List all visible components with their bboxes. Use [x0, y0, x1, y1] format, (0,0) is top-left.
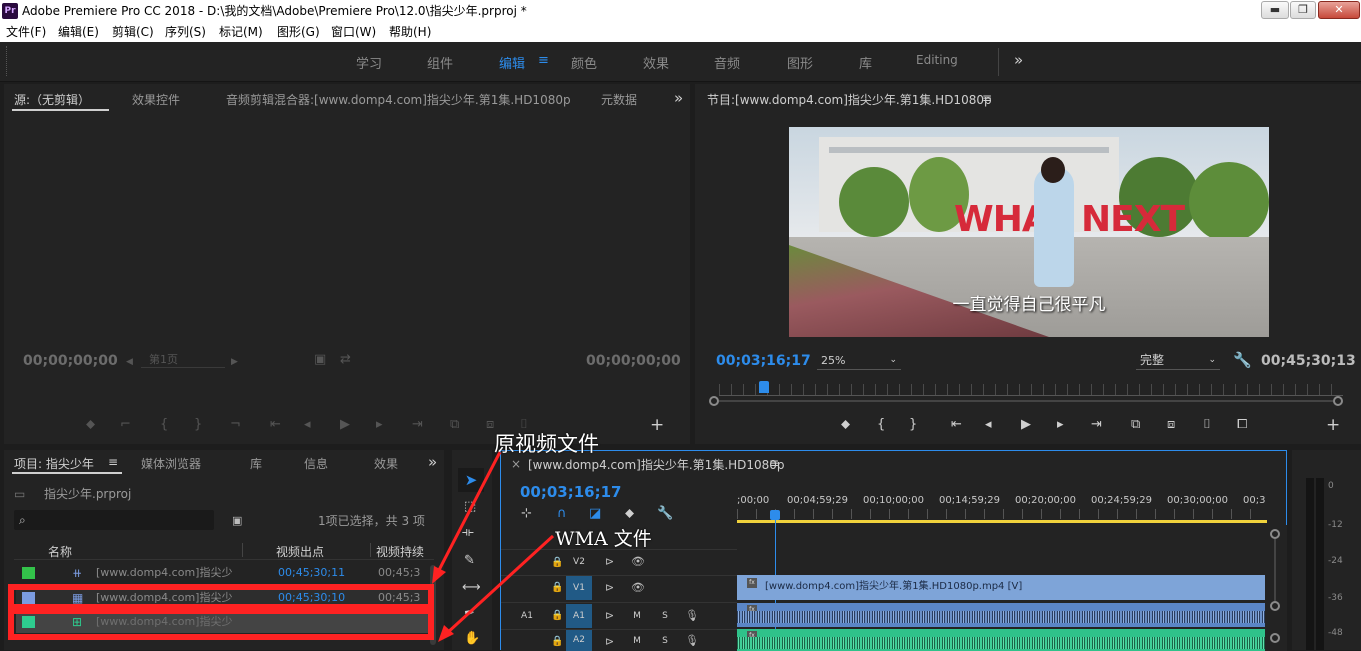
annotation-arrows	[432, 451, 555, 642]
annotation-original-video: 原视频文件	[494, 432, 599, 456]
annotation-wma-file: WMA 文件	[555, 528, 652, 550]
